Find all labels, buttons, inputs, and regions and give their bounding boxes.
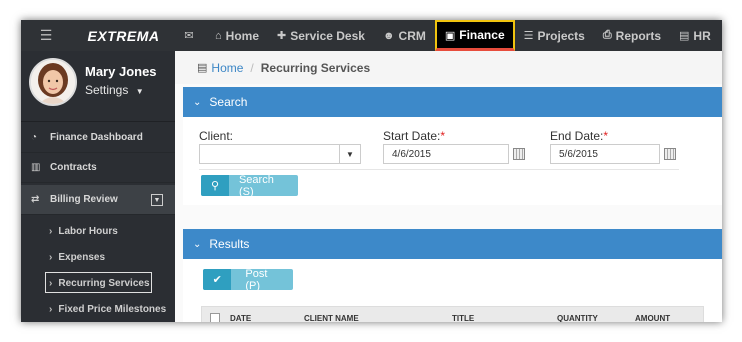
breadcrumb: ▤ Home / Recurring Services bbox=[175, 51, 722, 84]
start-date-label: Start Date:* bbox=[383, 129, 445, 143]
breadcrumb-home-link[interactable]: Home bbox=[211, 61, 243, 75]
caret-down-icon: ▼ bbox=[135, 87, 144, 96]
sidebar-subitem-fixed-price-milestones[interactable]: › Fixed Price Milestones bbox=[21, 296, 175, 322]
post-button-label: Post (P) bbox=[245, 269, 268, 290]
chevron-right-icon: › bbox=[49, 303, 53, 315]
print-icon: ⎙ bbox=[602, 29, 612, 41]
check-icon: ✔ bbox=[203, 269, 232, 290]
avatar[interactable] bbox=[29, 58, 77, 106]
user-profile: Mary Jones Settings ▼ bbox=[21, 51, 175, 122]
breadcrumb-current: Recurring Services bbox=[260, 60, 371, 75]
nav-hr-label: HR bbox=[693, 28, 711, 43]
post-button[interactable]: ✔ Post (P) bbox=[203, 269, 293, 290]
sidebar-subitem-labor-hours[interactable]: › Labor Hours bbox=[21, 218, 175, 244]
results-panel-header[interactable]: ⌄ Results bbox=[183, 229, 722, 259]
nav-reports[interactable]: ⎙ Reports bbox=[594, 20, 670, 51]
search-panel-header[interactable]: ⌄ Search bbox=[183, 87, 722, 117]
search-icon: ⚲ bbox=[201, 175, 229, 196]
nav-reports-label: Reports bbox=[615, 28, 662, 43]
sidebar-item-finance-dashboard[interactable]: ◔ Finance Dashboard bbox=[21, 123, 175, 153]
column-amount[interactable]: AMOUNT bbox=[635, 314, 670, 322]
main-nav: ✉ ⌂ Home ✚ Service Desk ☻ CRM ▣ Finance … bbox=[176, 20, 720, 51]
breadcrumb-separator: / bbox=[250, 60, 254, 75]
settings-dropdown[interactable]: Settings ▼ bbox=[85, 83, 144, 97]
sidebar-item-label: Contracts bbox=[50, 162, 97, 173]
chevron-down-icon: ⌄ bbox=[193, 238, 202, 250]
sidebar-item-contracts[interactable]: ▥ Contracts bbox=[21, 153, 175, 183]
sidebar: Mary Jones Settings ▼ ◔ Finance Dashboar… bbox=[21, 51, 175, 322]
search-button[interactable]: ⚲ Search (S) bbox=[201, 175, 298, 196]
sidebar-item-billing-review[interactable]: ⇄ Billing Review ▼ bbox=[21, 185, 175, 215]
required-mark: * bbox=[603, 129, 609, 143]
chevron-right-icon: › bbox=[49, 225, 53, 237]
exchange-icon: ⇄ bbox=[31, 194, 40, 205]
nav-finance[interactable]: ▣ Finance bbox=[434, 20, 515, 51]
column-date[interactable]: DATE bbox=[230, 314, 251, 322]
results-panel-title: Results bbox=[209, 237, 250, 251]
collapse-toggle-icon[interactable]: ▼ bbox=[151, 194, 163, 206]
results-table-header: DATE CLIENT NAME TITLE QUANTITY AMOUNT bbox=[201, 306, 704, 322]
book-icon: ▥ bbox=[31, 162, 41, 173]
column-title[interactable]: TITLE bbox=[452, 314, 474, 322]
nav-finance-label: Finance bbox=[459, 28, 505, 42]
calendar-icon[interactable] bbox=[664, 148, 676, 160]
search-button-label: Search (S) bbox=[238, 175, 274, 196]
divider bbox=[199, 169, 679, 170]
column-quantity[interactable]: QUANTITY bbox=[557, 314, 598, 322]
sidebar-subitem-recurring-services[interactable]: › Recurring Services bbox=[21, 270, 175, 296]
sidebar-subitem-expenses[interactable]: › Expenses bbox=[21, 244, 175, 270]
sidebar-subitem-label: Labor Hours bbox=[58, 225, 118, 237]
user-name: Mary Jones bbox=[85, 64, 157, 79]
list-icon: ☰ bbox=[523, 30, 534, 42]
client-label: Client: bbox=[199, 129, 234, 143]
start-date-label-text: Start Date: bbox=[383, 129, 441, 143]
users-icon: ☻ bbox=[382, 29, 395, 42]
sidebar-subitem-label: Expenses bbox=[58, 251, 106, 263]
settings-label: Settings bbox=[85, 83, 129, 97]
end-date-label: End Date:* bbox=[550, 129, 608, 143]
briefcase-icon: ▤ bbox=[679, 30, 690, 42]
nav-home[interactable]: ⌂ Home bbox=[206, 20, 268, 51]
calendar-icon[interactable] bbox=[513, 148, 525, 160]
nav-service-desk[interactable]: ✚ Service Desk bbox=[268, 20, 374, 51]
search-panel-body: Client: ▼ Start Date:* 4/6/2015 End Date… bbox=[183, 117, 722, 205]
chevron-right-icon: › bbox=[49, 251, 53, 263]
dropdown-arrow-icon: ▼ bbox=[339, 145, 360, 163]
chevron-down-icon: ⌄ bbox=[193, 96, 202, 108]
nav-mail[interactable]: ✉ bbox=[176, 20, 206, 51]
end-date-input[interactable]: 5/6/2015 bbox=[550, 144, 660, 164]
selection-outline bbox=[45, 272, 152, 293]
mail-icon: ✉ bbox=[184, 30, 194, 42]
nav-home-label: Home bbox=[225, 28, 259, 43]
app-window: ☰ EXTREMA ✉ ⌂ Home ✚ Service Desk ☻ CRM … bbox=[21, 20, 722, 322]
home-icon: ⌂ bbox=[215, 29, 222, 42]
end-date-label-text: End Date: bbox=[550, 129, 604, 143]
nav-crm[interactable]: ☻ CRM bbox=[374, 20, 435, 51]
main-content: ▤ Home / Recurring Services ⌄ Search Cli… bbox=[175, 51, 722, 322]
sidebar-item-label: Billing Review bbox=[50, 194, 118, 205]
briefcase-icon: ▤ bbox=[197, 62, 208, 74]
menu-toggle-icon[interactable]: ☰ bbox=[21, 20, 71, 51]
avatar-image bbox=[31, 60, 75, 104]
nav-hr[interactable]: ▤ HR bbox=[670, 20, 720, 51]
wrench-icon: ✚ bbox=[277, 30, 287, 42]
dashboard-icon: ◔ bbox=[31, 132, 38, 143]
money-icon: ▣ bbox=[444, 29, 456, 42]
top-navbar: ☰ EXTREMA ✉ ⌂ Home ✚ Service Desk ☻ CRM … bbox=[21, 20, 722, 51]
sidebar-subitem-label: Fixed Price Milestones bbox=[58, 303, 167, 315]
nav-projects[interactable]: ☰ Projects bbox=[515, 20, 594, 51]
client-select[interactable]: ▼ bbox=[199, 144, 361, 164]
nav-projects-label: Projects bbox=[537, 28, 585, 43]
sidebar-item-label: Finance Dashboard bbox=[50, 132, 143, 143]
select-all-checkbox[interactable] bbox=[210, 313, 220, 322]
app-logo: EXTREMA bbox=[87, 27, 160, 44]
results-panel-body: ✔ Post (P) DATE CLIENT NAME TITLE QUANTI… bbox=[183, 259, 722, 322]
nav-service-desk-label: Service Desk bbox=[290, 28, 365, 43]
required-mark: * bbox=[440, 129, 446, 143]
column-client-name[interactable]: CLIENT NAME bbox=[304, 314, 359, 322]
nav-crm-label: CRM bbox=[398, 28, 426, 43]
start-date-input[interactable]: 4/6/2015 bbox=[383, 144, 509, 164]
search-panel-title: Search bbox=[209, 95, 248, 109]
